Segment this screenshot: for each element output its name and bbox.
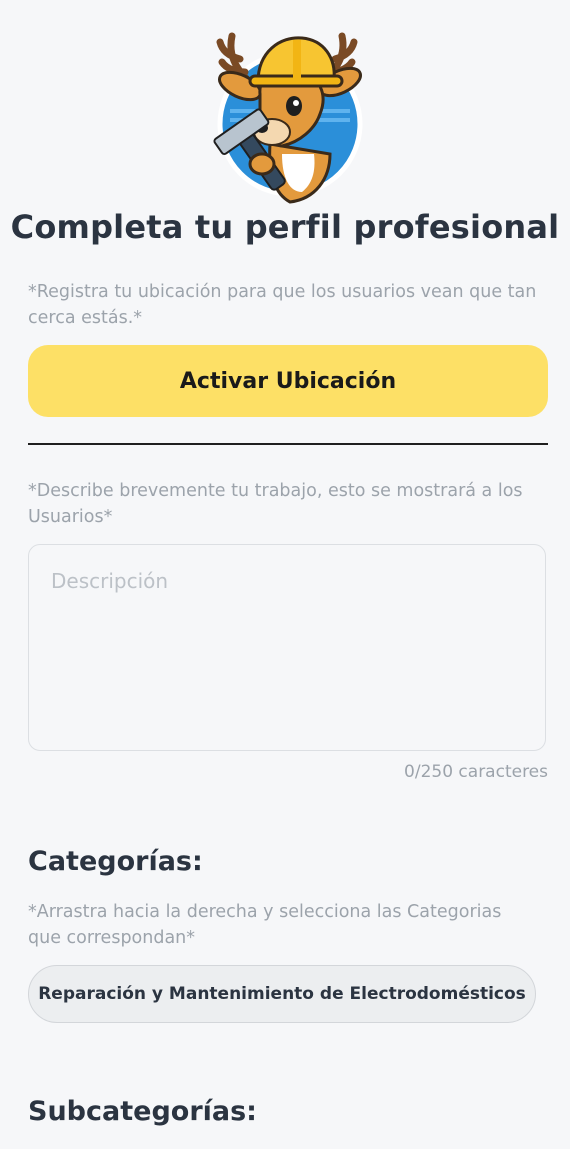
subcategories-title: Subcategorías: xyxy=(28,1096,257,1127)
page-title: Completa tu perfil profesional xyxy=(10,208,560,246)
section-divider xyxy=(28,443,548,445)
categories-hint: *Arrastra hacia la derecha y selecciona … xyxy=(28,902,502,948)
description-input[interactable] xyxy=(28,544,546,751)
deer-construction-worker-icon xyxy=(190,14,380,209)
location-hint: *Registra tu ubicación para que los usua… xyxy=(28,282,537,328)
character-counter: 0/250 caracteres xyxy=(404,762,548,782)
profile-setup-screen: Completa tu perfil profesional *Registra… xyxy=(0,0,570,1149)
description-hint: *Describe brevemente tu trabajo, esto se… xyxy=(28,481,523,527)
category-chip[interactable]: Reparación y Mantenimiento de Electrodom… xyxy=(28,965,536,1023)
activate-location-button[interactable]: Activar Ubicación xyxy=(28,345,548,417)
categories-title: Categorías: xyxy=(28,846,203,877)
